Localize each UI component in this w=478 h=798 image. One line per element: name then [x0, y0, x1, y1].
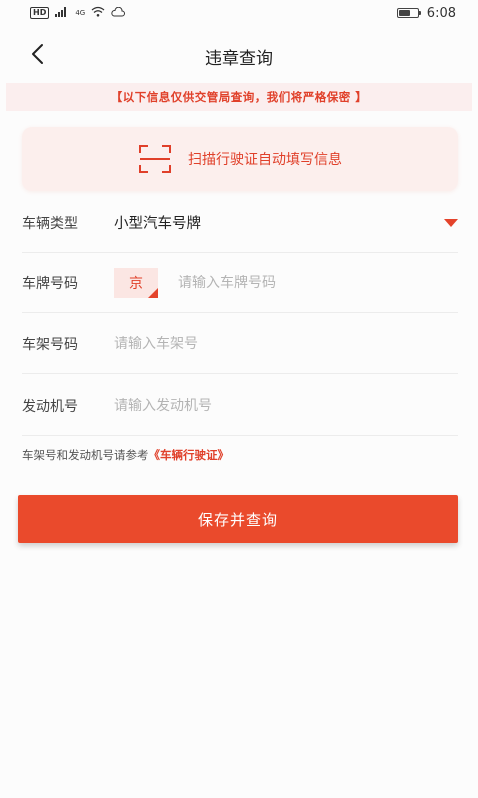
frame-number-row: 车架号码	[22, 314, 458, 374]
signal-icon	[55, 6, 69, 20]
hd-badge: HD	[30, 7, 50, 19]
vehicle-type-value: 小型汽车号牌	[114, 216, 201, 232]
status-bar: HD 4G 6:08	[0, 0, 478, 26]
status-right: 6:08	[396, 5, 456, 21]
network-type: 4G	[75, 9, 86, 17]
license-reference-link[interactable]: 《车辆行驶证》	[149, 448, 230, 462]
engine-number-input[interactable]	[114, 397, 374, 414]
plate-province-selector[interactable]: 京	[114, 267, 158, 298]
plate-number-input[interactable]	[178, 274, 438, 291]
header: 违章查询	[0, 30, 478, 80]
scan-license-button[interactable]: 扫描行驶证自动填写信息	[22, 127, 458, 191]
page-title: 违章查询	[205, 49, 273, 69]
engine-number-label: 发动机号	[22, 398, 78, 415]
vehicle-type-row[interactable]: 车辆类型 小型汽车号牌	[22, 193, 458, 253]
battery-icon	[396, 8, 421, 18]
plate-number-row: 车牌号码 京	[22, 253, 458, 313]
privacy-notice: 【以下信息仅供交管局查询，我们将严格保密 】	[6, 83, 472, 111]
corner-triangle-icon	[148, 287, 158, 298]
status-left: HD 4G	[30, 6, 126, 20]
status-time: 6:08	[426, 5, 456, 21]
wifi-icon	[91, 6, 105, 20]
engine-number-row: 发动机号	[22, 376, 458, 436]
save-and-query-button[interactable]: 保存并查询	[18, 495, 458, 543]
scan-frame-icon	[139, 145, 171, 173]
frame-number-input[interactable]	[114, 335, 374, 352]
dropdown-arrow-icon[interactable]	[444, 219, 458, 227]
plate-province-value: 京	[129, 275, 143, 292]
vehicle-type-label: 车辆类型	[22, 215, 78, 232]
scan-label: 扫描行驶证自动填写信息	[188, 152, 342, 168]
cloud-icon	[111, 6, 126, 20]
plate-number-label: 车牌号码	[22, 275, 78, 292]
hint-text: 车架号和发动机号请参考	[22, 448, 149, 462]
reference-hint: 车架号和发动机号请参考《车辆行驶证》	[22, 447, 229, 463]
violation-query-screen: HD 4G 6:08 违章查询 【以下信息仅供交管局查询，我们将严格保密 】 扫…	[0, 0, 478, 798]
frame-number-label: 车架号码	[22, 336, 78, 353]
battery-level	[398, 10, 410, 16]
